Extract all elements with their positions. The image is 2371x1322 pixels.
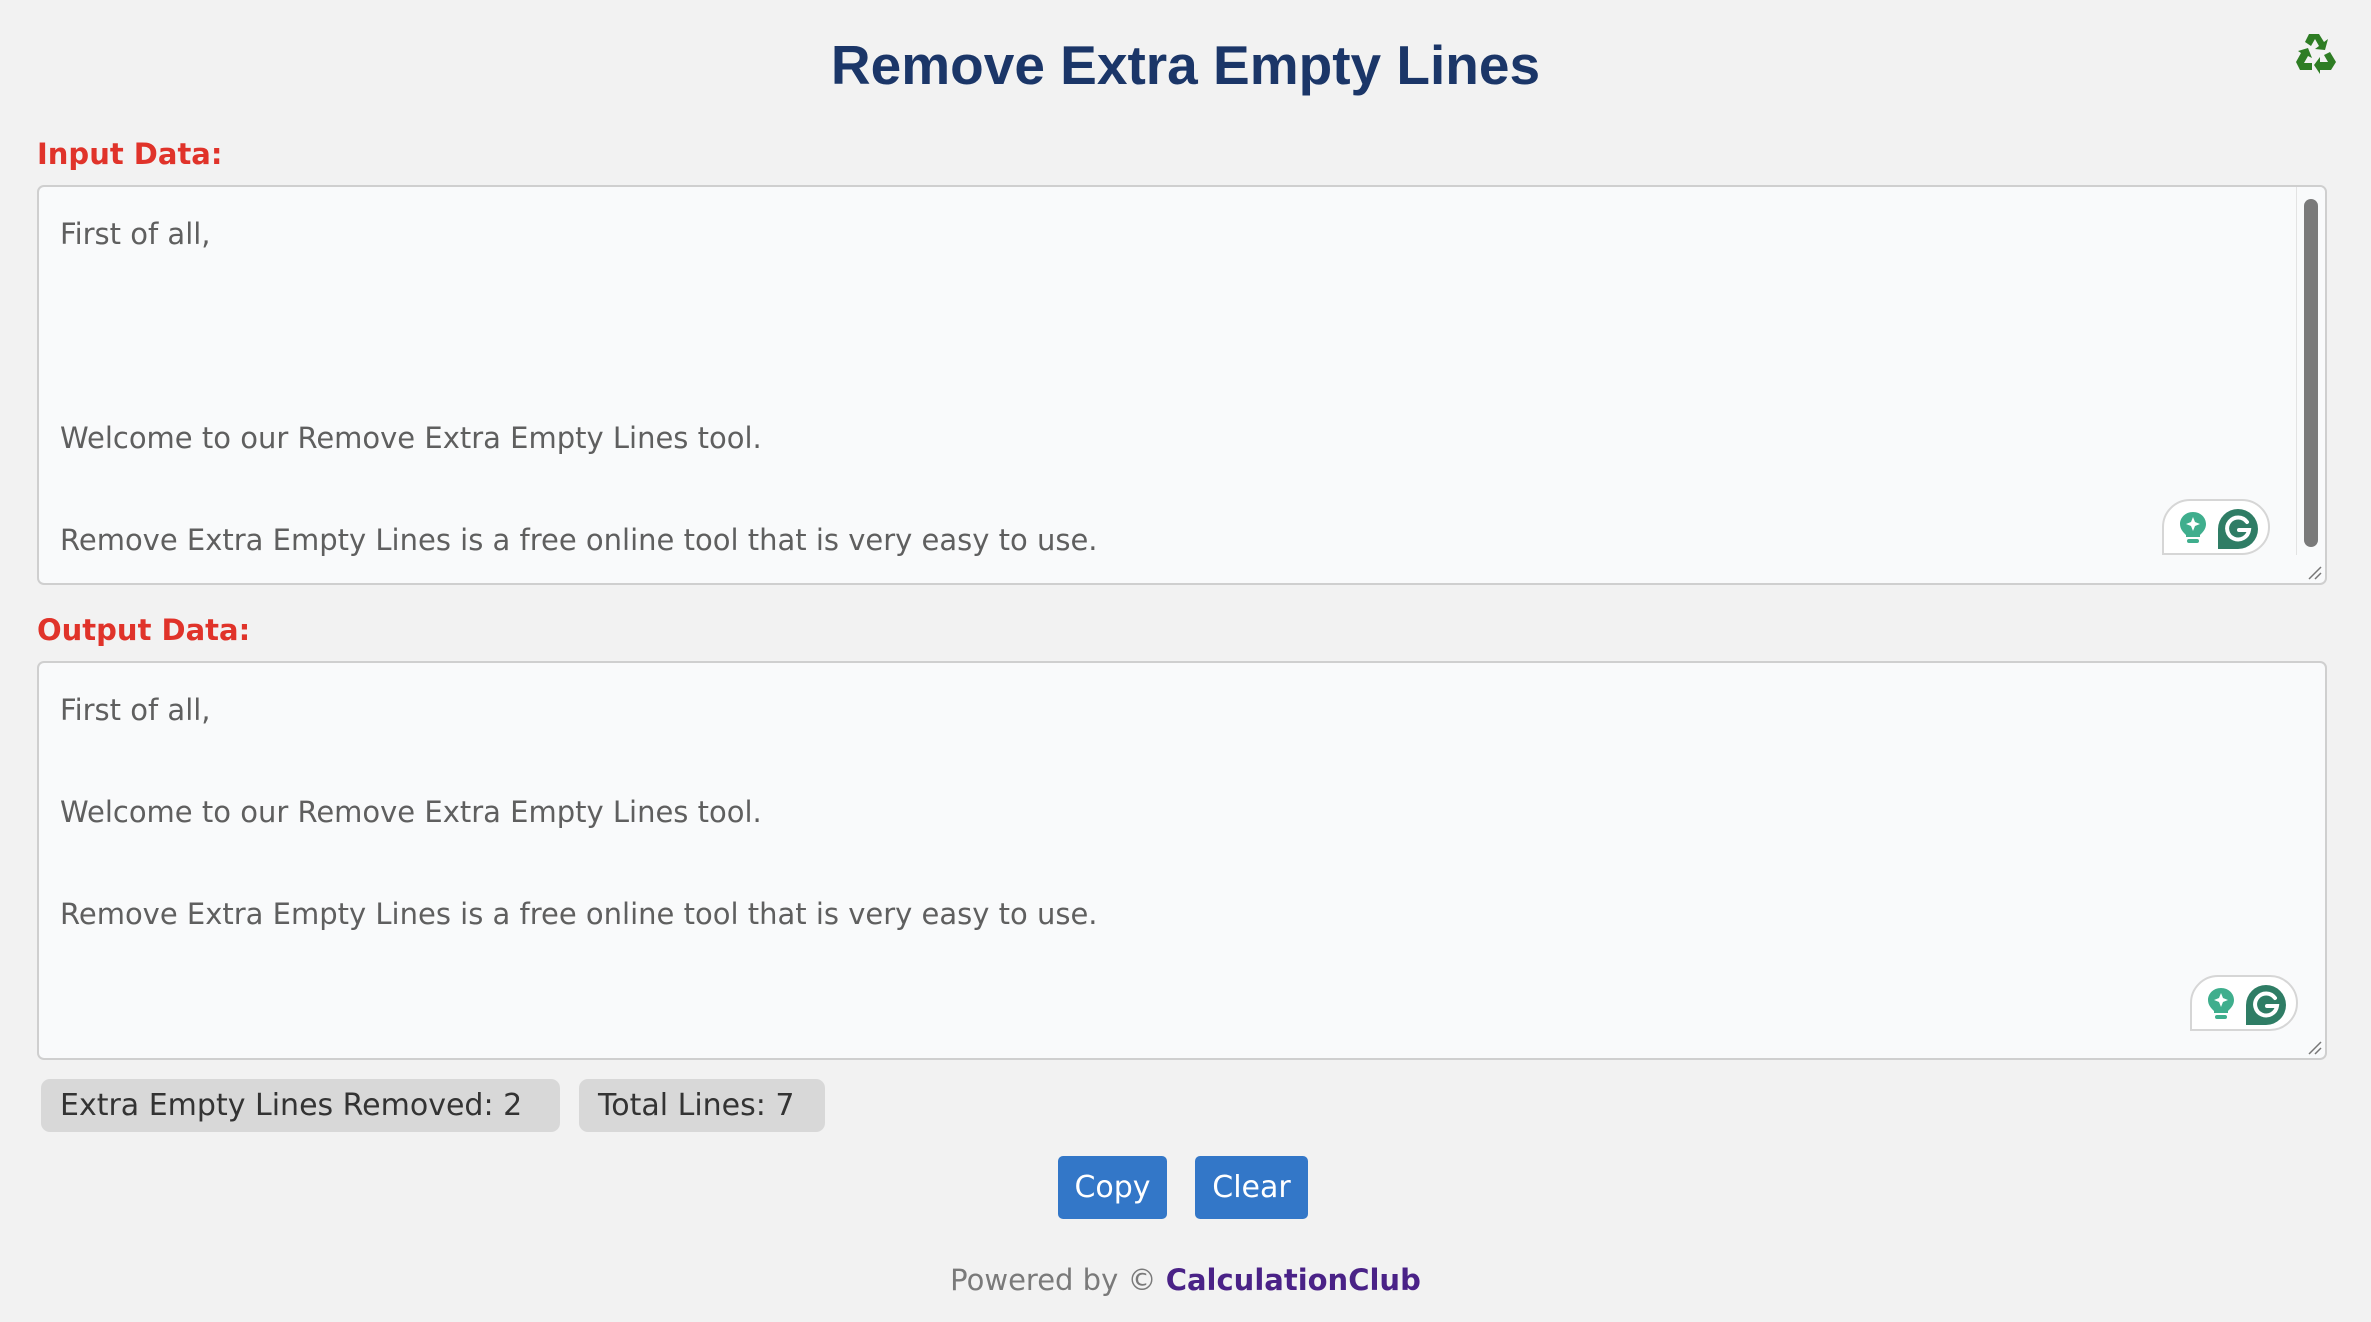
output-text-line: First of all, [60, 693, 211, 727]
output-text-line [60, 838, 2285, 889]
resize-handle-icon[interactable] [2305, 1038, 2323, 1056]
output-text-line: Welcome to our Remove Extra Empty Lines … [60, 795, 762, 829]
output-text-content[interactable]: First of all, Welcome to our Remove Extra… [60, 685, 2285, 940]
grammarly-g-icon[interactable] [2244, 983, 2288, 1027]
total-lines-badge: Total Lines: 7 [579, 1079, 825, 1132]
calculationclub-link[interactable]: CalculationClub [1166, 1263, 1421, 1297]
input-text-line: First of all, [60, 217, 211, 251]
output-textarea[interactable]: First of all, Welcome to our Remove Extra… [37, 661, 2327, 1060]
output-data-label: Output Data: [37, 613, 251, 647]
grammarly-widget[interactable] [2162, 499, 2270, 555]
input-text-line [60, 260, 2285, 311]
output-text-line [60, 736, 2285, 787]
extra-lines-removed-badge: Extra Empty Lines Removed: 2 [41, 1079, 560, 1132]
input-text-line [60, 464, 2285, 515]
footer-powered-by: Powered by © [950, 1263, 1166, 1297]
input-text-line [60, 311, 2285, 362]
input-scrollbar[interactable] [2296, 187, 2325, 555]
input-text-line [60, 362, 2285, 413]
input-text-line: Remove Extra Empty Lines is a free onlin… [60, 523, 1098, 557]
lightbulb-sparkle-icon[interactable] [2178, 510, 2208, 546]
resize-handle-icon[interactable] [2305, 563, 2323, 581]
page-title: Remove Extra Empty Lines [830, 34, 1541, 96]
input-scrollbar-thumb[interactable] [2304, 199, 2318, 547]
grammarly-widget[interactable] [2190, 975, 2298, 1031]
input-data-label: Input Data: [37, 137, 223, 171]
grammarly-g-icon[interactable] [2216, 507, 2260, 551]
copy-button[interactable]: Copy [1058, 1156, 1167, 1219]
input-text-content[interactable]: First of all, Welcome to our Remove Extra… [60, 209, 2285, 566]
lightbulb-sparkle-icon[interactable] [2206, 986, 2236, 1022]
clear-button[interactable]: Clear [1195, 1156, 1308, 1219]
output-text-line: Remove Extra Empty Lines is a free onlin… [60, 897, 1098, 931]
recycle-icon[interactable] [2290, 26, 2342, 78]
input-text-line: Welcome to our Remove Extra Empty Lines … [60, 421, 762, 455]
footer: Powered by © CalculationClub [0, 1258, 2371, 1302]
input-textarea[interactable]: First of all, Welcome to our Remove Extra… [37, 185, 2327, 585]
